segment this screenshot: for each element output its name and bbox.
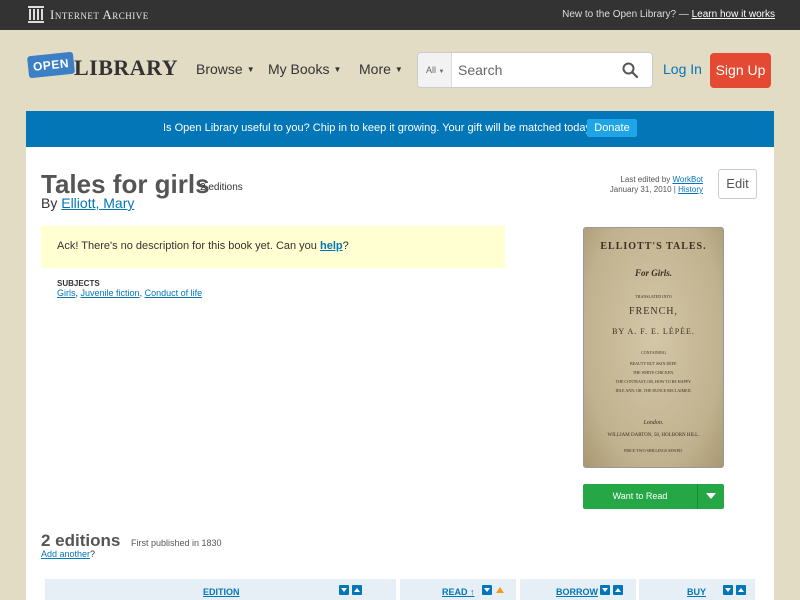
- cover-text: For Girls.: [634, 268, 672, 278]
- internet-archive-bar: Internet Archive New to the Open Library…: [0, 0, 800, 30]
- nav-browse[interactable]: Browse ▼: [196, 61, 255, 77]
- description-suffix: ?: [342, 240, 349, 252]
- cover-text: PRICE TWO SHILLINGS SEWED.: [624, 448, 683, 453]
- editions-count: 2 editions: [200, 182, 243, 193]
- add-another-suffix: ?: [90, 549, 96, 559]
- nav-more[interactable]: More ▼: [359, 61, 403, 77]
- first-published: First published in 1830: [131, 538, 222, 548]
- byline: By Elliott, Mary: [41, 195, 134, 211]
- cover-text: TRANSLATED INTO: [635, 294, 672, 299]
- subjects-heading: SUBJECTS: [57, 279, 100, 288]
- sort-up-icon[interactable]: [613, 585, 623, 595]
- donate-banner: Is Open Library useful to you? Chip in t…: [26, 111, 774, 147]
- signup-button[interactable]: Sign Up: [710, 53, 771, 88]
- cover-text: CONTAINING: [641, 350, 666, 355]
- column-read-label[interactable]: READ ↑: [442, 587, 475, 597]
- open-library-logo[interactable]: OPEN LIBRARY: [26, 46, 178, 82]
- subject-link[interactable]: Girls: [57, 288, 76, 298]
- cover-background: [584, 228, 723, 467]
- sort-up-icon[interactable]: [736, 585, 746, 595]
- book-page-content: Tales for girls 2 editions By Elliott, M…: [26, 147, 774, 600]
- sort-up-icon[interactable]: [352, 585, 362, 595]
- sort-down-icon[interactable]: [600, 585, 610, 595]
- logo-library-text: LIBRARY: [74, 55, 179, 80]
- search-bar: All ▼: [417, 52, 653, 88]
- internet-archive-logo-icon[interactable]: [28, 6, 44, 23]
- login-link[interactable]: Log In: [663, 61, 702, 77]
- cover-text: THE CONTRAST; OR, HOW TO BE HAPPY.: [615, 379, 692, 384]
- description-text: Ack! There's no description for this boo…: [57, 240, 317, 252]
- new-user-text: New to the Open Library? —: [562, 9, 689, 20]
- help-link[interactable]: help: [320, 240, 343, 252]
- column-borrow-label[interactable]: BORROW: [556, 587, 598, 597]
- column-header-buy: BUY: [639, 579, 755, 600]
- nav-my-books[interactable]: My Books ▼: [268, 61, 341, 77]
- donate-banner-text: Is Open Library useful to you? Chip in t…: [163, 122, 595, 134]
- cover-text: IDLE ANN; OR, THE DUNCE RECLAIMED.: [615, 388, 692, 393]
- chevron-down-icon: ▼: [438, 69, 445, 75]
- chevron-down-icon: ▼: [394, 65, 403, 74]
- internet-archive-name[interactable]: Internet Archive: [50, 7, 149, 23]
- search-scope-label: All: [426, 65, 437, 75]
- author-link[interactable]: Elliott, Mary: [61, 195, 134, 211]
- nav-more-label: More: [359, 61, 391, 77]
- learn-how-link[interactable]: Learn how it works: [692, 9, 775, 20]
- last-edited-prefix: Last edited by: [620, 175, 671, 184]
- logo-open-badge: OPEN: [26, 51, 76, 79]
- search-scope-select[interactable]: All ▼: [418, 53, 452, 87]
- by-label: By: [41, 195, 58, 211]
- column-header-read: READ ↑: [400, 579, 516, 600]
- column-header-borrow: BORROW: [520, 579, 636, 600]
- book-cover[interactable]: ELLIOTT'S TALES. For Girls. TRANSLATED I…: [583, 227, 724, 468]
- cover-text: FRENCH,: [629, 306, 678, 317]
- description-notice: Ack! There's no description for this boo…: [41, 226, 505, 268]
- last-edited-user-link[interactable]: WorkBot: [672, 175, 703, 184]
- cover-text: BEAUTY BUT SKIN DEEP.: [630, 361, 677, 366]
- history-link[interactable]: History: [678, 185, 703, 194]
- edit-button[interactable]: Edit: [718, 169, 757, 199]
- nav-my-books-label: My Books: [268, 61, 330, 77]
- cover-text: ELLIOTT'S TALES.: [600, 241, 707, 252]
- cover-text: London.: [643, 420, 664, 426]
- chevron-down-icon[interactable]: [697, 484, 724, 509]
- chevron-down-icon: ▼: [246, 65, 255, 74]
- donate-button[interactable]: Donate: [587, 119, 637, 137]
- add-another-link[interactable]: Add another: [41, 549, 90, 559]
- search-input[interactable]: [452, 53, 612, 87]
- column-header-edition: EDITION: [45, 579, 396, 600]
- last-edited-date: January 31, 2010: [609, 185, 672, 194]
- cover-text: THE WHITE CHICKEN.: [632, 370, 675, 375]
- want-to-read-label: Want to Read: [612, 491, 668, 501]
- new-user-notice: New to the Open Library? — Learn how it …: [562, 9, 775, 20]
- sort-down-icon[interactable]: [482, 585, 492, 595]
- last-edited-info: Last edited by WorkBot January 31, 2010 …: [609, 175, 703, 194]
- site-header: OPEN LIBRARY Browse ▼ My Books ▼ More ▼ All…: [0, 30, 800, 110]
- subject-link[interactable]: Juvenile fiction: [81, 288, 140, 298]
- sort-down-icon[interactable]: [723, 585, 733, 595]
- cover-text: BY A. F. E. LÉPÉE.: [612, 327, 695, 336]
- add-another-row: Add another?: [41, 549, 95, 559]
- chevron-down-icon: ▼: [333, 65, 342, 74]
- sort-down-icon[interactable]: [339, 585, 349, 595]
- sort-up-active-icon[interactable]: [495, 585, 505, 595]
- subject-link[interactable]: Conduct of life: [145, 288, 203, 298]
- editions-heading: 2 editions: [41, 531, 121, 550]
- subjects-list: Girls, Juvenile fiction, Conduct of life: [57, 288, 203, 298]
- nav-browse-label: Browse: [196, 61, 243, 77]
- search-icon[interactable]: [622, 62, 638, 78]
- want-to-read-button[interactable]: Want to Read: [583, 484, 724, 509]
- cover-text: WILLIAM DARTON, 58, HOLBORN HILL.: [607, 433, 700, 438]
- column-buy-label[interactable]: BUY: [687, 587, 706, 597]
- column-edition-label[interactable]: EDITION: [203, 587, 240, 597]
